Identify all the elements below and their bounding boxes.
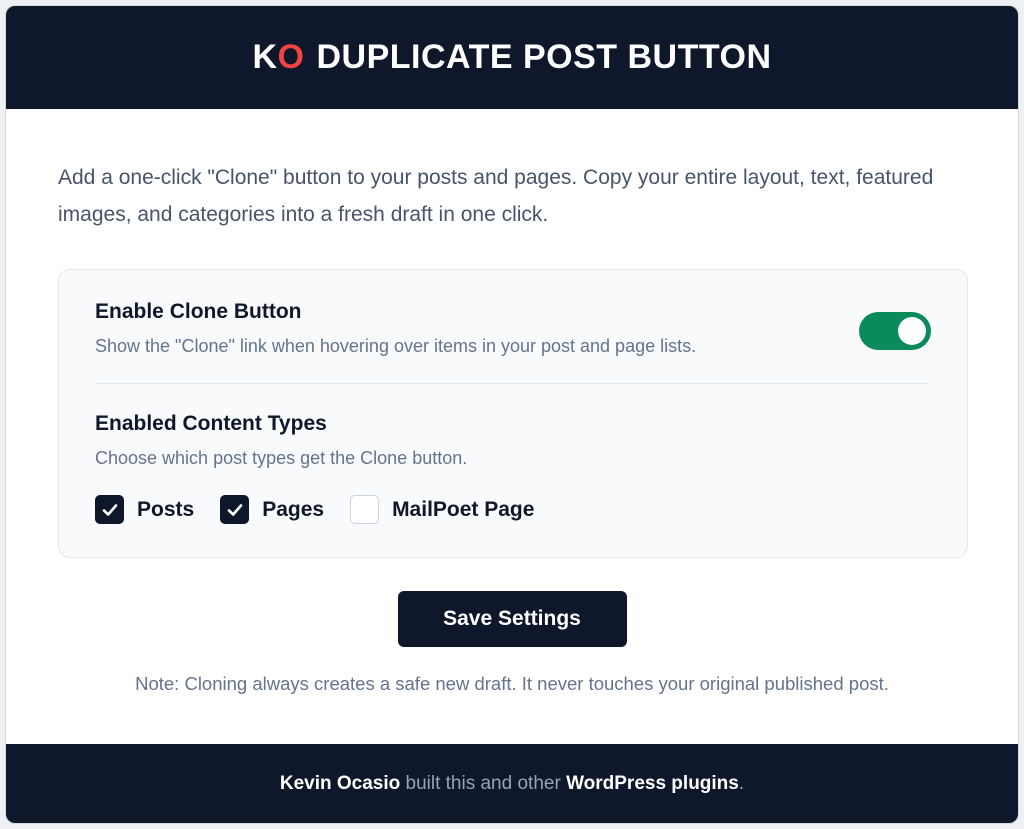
footer-end-text: . [738,772,745,794]
toggle-knob [898,317,926,345]
settings-panel: Enable Clone Button Show the "Clone" lin… [58,269,968,558]
divider [95,383,929,384]
safety-note: Note: Cloning always creates a safe new … [135,673,889,694]
main-content: Add a one-click "Clone" button to your p… [6,159,1018,695]
content-types-title: Enabled Content Types [95,412,327,435]
checkmark-icon [102,503,117,516]
checkbox-mailpoet-page-label: MailPoet Page [392,497,535,521]
enable-clone-description: Show the "Clone" link when hovering over… [95,336,697,356]
checkbox-mailpoet-page-box[interactable] [350,495,380,524]
intro-text: Add a one-click "Clone" button to your p… [58,166,934,226]
logo-k: K [252,38,278,76]
save-settings-button[interactable]: Save Settings [397,591,627,647]
checkbox-mailpoet-page[interactable]: MailPoet Page [350,495,534,524]
checkbox-pages-box[interactable] [220,495,250,524]
checkbox-posts-box[interactable] [95,495,124,524]
footer-middle-text: built this and other [400,772,567,794]
enable-clone-section: Enable Clone Button Show the "Clone" lin… [95,300,931,357]
checkbox-posts-label: Posts [137,497,195,521]
page-title: DUPLICATE POST BUTTON [316,38,772,76]
content-types-description: Choose which post types get the Clone bu… [95,448,468,468]
author-link[interactable]: Kevin Ocasio [280,773,400,794]
wordpress-plugins-link[interactable]: WordPress plugins [566,773,739,794]
plugin-card: KO DUPLICATE POST BUTTON Add a one-click… [5,5,1019,824]
footer-bar: Kevin Ocasio built this and other WordPr… [6,744,1018,823]
checkmark-icon [227,503,242,516]
header-bar: KO DUPLICATE POST BUTTON [6,6,1018,109]
checkbox-pages-label: Pages [262,497,325,521]
content-type-checkboxes: Posts Pages MailPoet Page [95,495,931,524]
logo-o: O [277,38,305,76]
footer-text: Kevin Ocasio built this and other WordPr… [280,773,744,795]
content-types-section: Enabled Content Types Choose which post … [95,412,931,524]
checkbox-posts[interactable]: Posts [95,495,194,524]
enable-clone-toggle[interactable] [859,312,931,350]
enable-clone-title: Enable Clone Button [95,300,302,323]
save-wrap: Save Settings [58,591,966,647]
checkbox-pages[interactable]: Pages [220,495,324,524]
